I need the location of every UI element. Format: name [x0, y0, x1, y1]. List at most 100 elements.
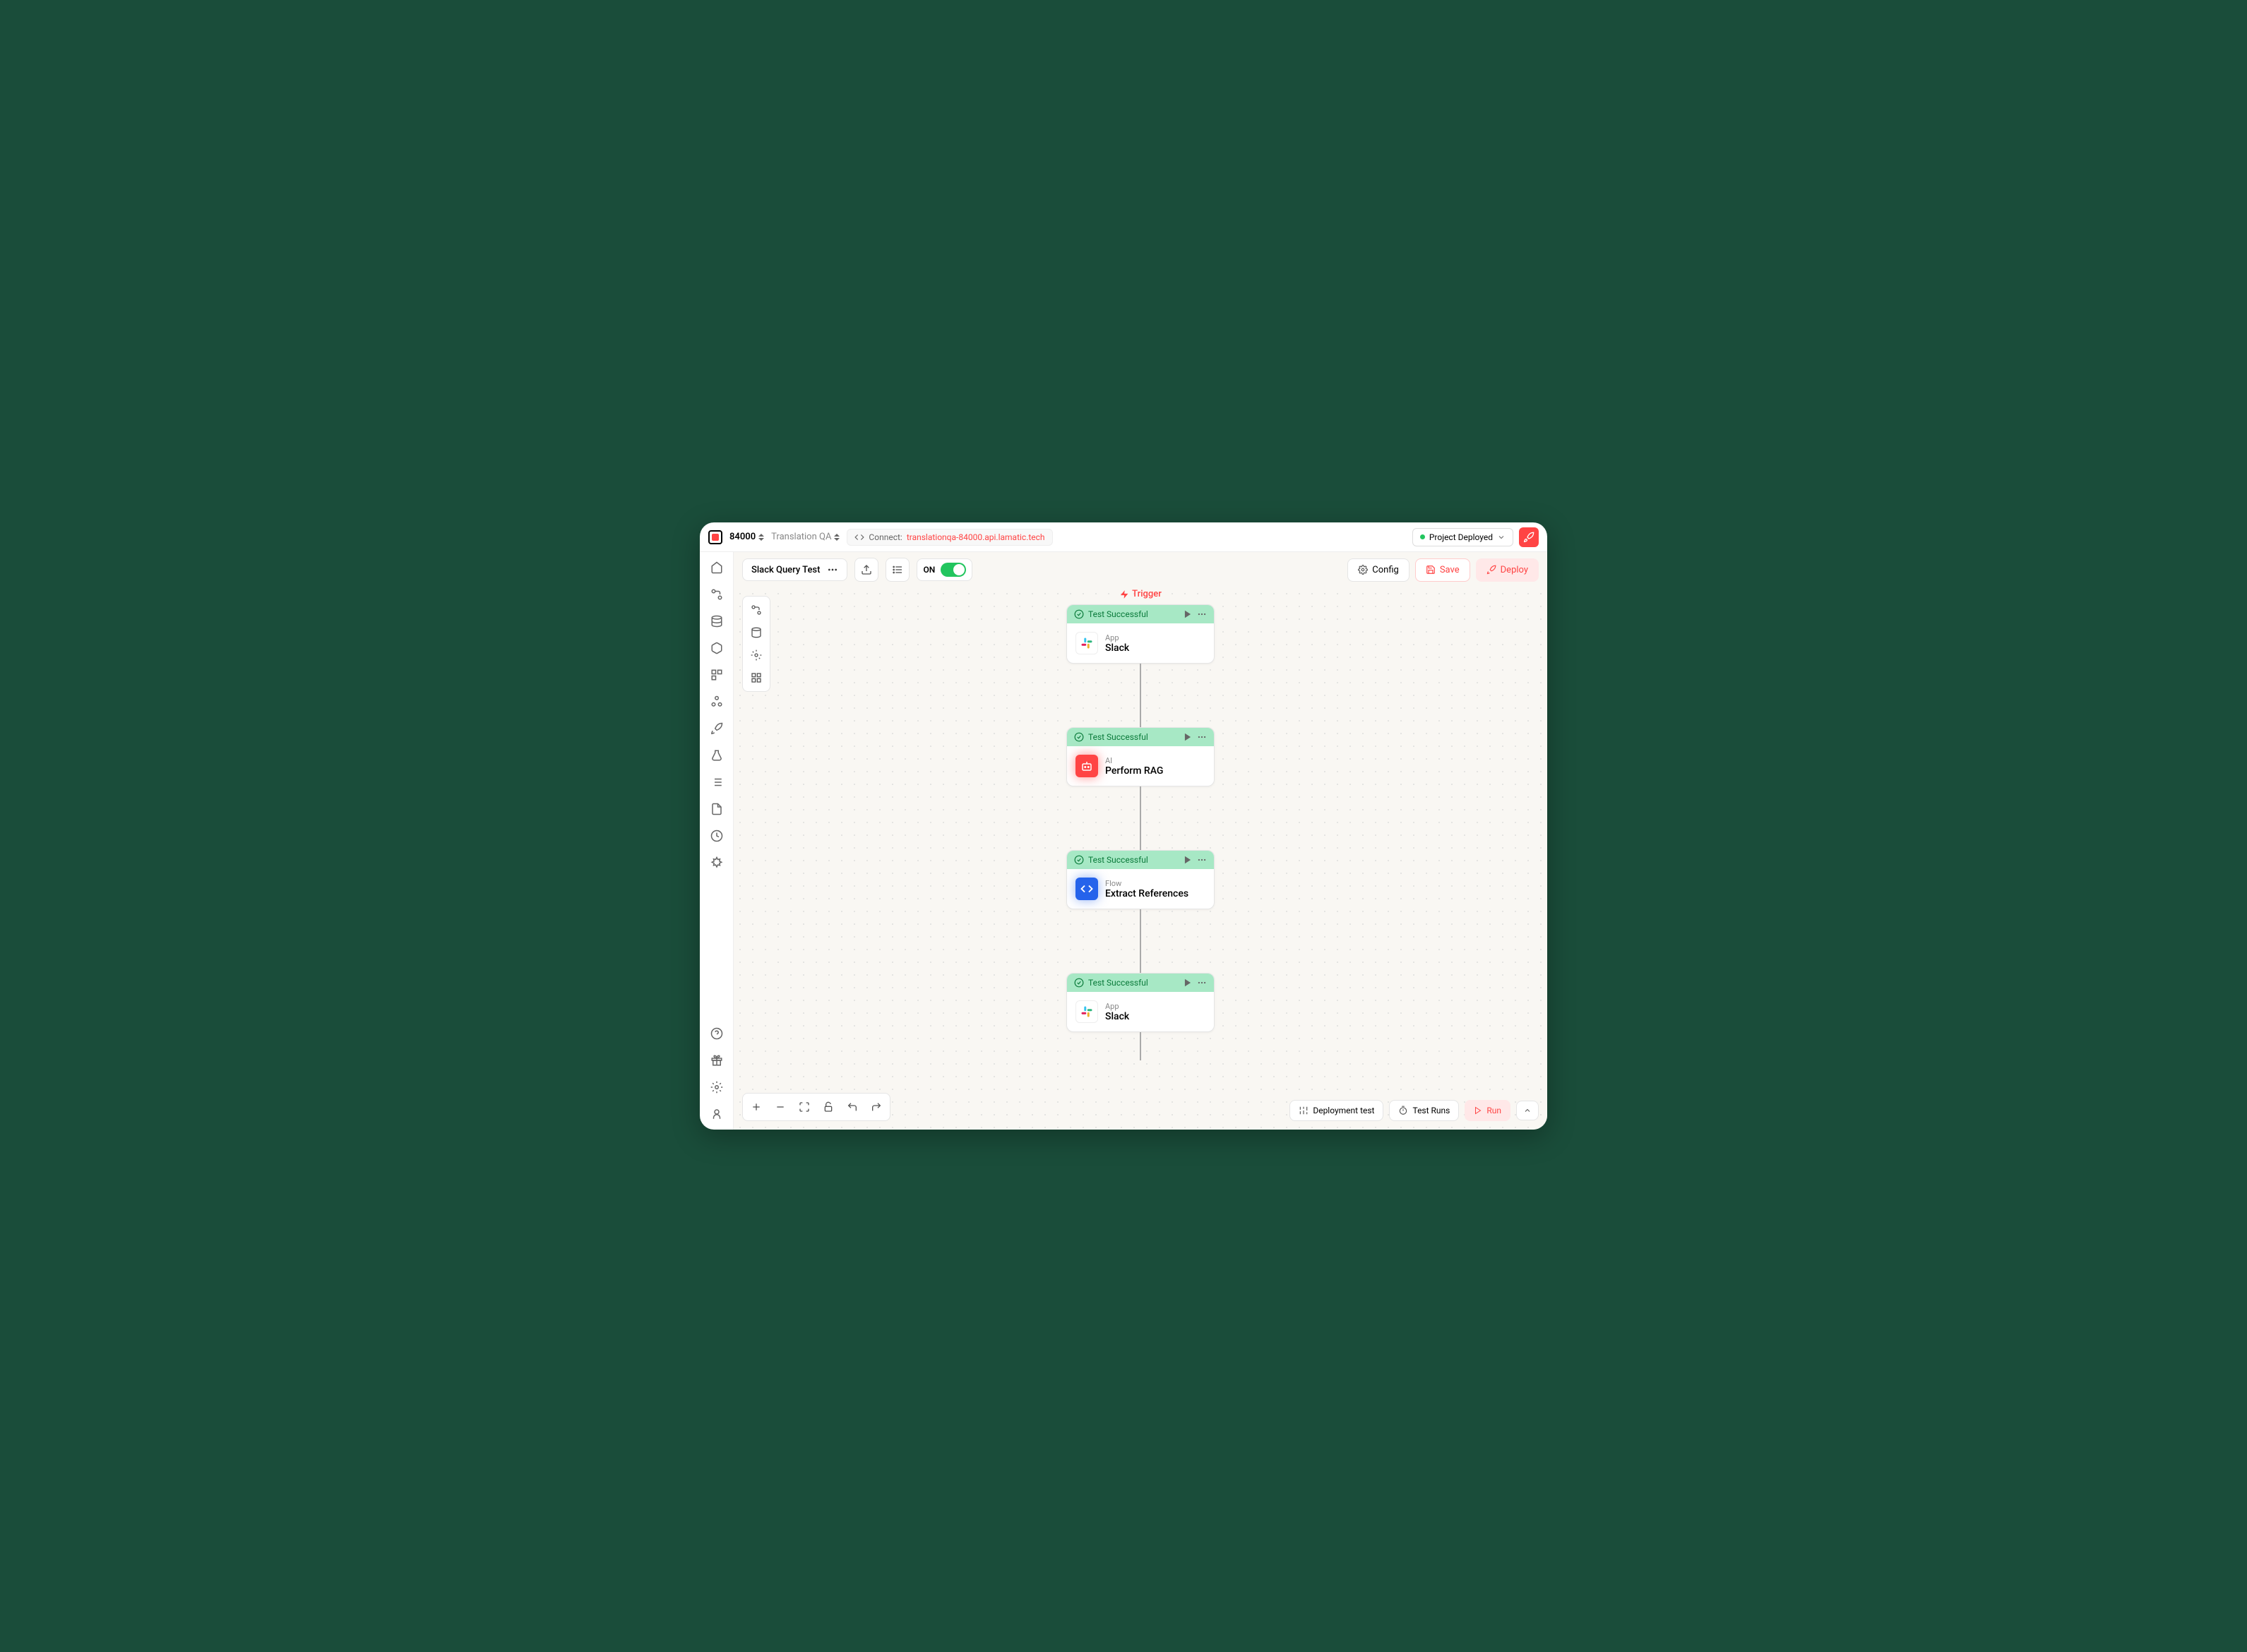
flow-node[interactable]: Test Successful App: [1066, 604, 1215, 664]
sidebar-group-bottom: [710, 1026, 724, 1121]
zoom-in-button[interactable]: [744, 1095, 768, 1119]
node-title: Slack: [1105, 642, 1129, 654]
enable-toggle[interactable]: ON: [917, 558, 972, 581]
save-button[interactable]: Save: [1415, 558, 1470, 582]
user-icon[interactable]: [710, 1107, 724, 1121]
flow-canvas[interactable]: Trigger Test Successful: [734, 587, 1547, 1130]
sidebar-group-3: [710, 722, 724, 762]
launch-icon[interactable]: [710, 722, 724, 736]
cluster-icon[interactable]: [710, 695, 724, 709]
more-icon[interactable]: [1197, 732, 1207, 742]
connect-pill[interactable]: Connect: translationqa-84000.api.lamatic…: [847, 529, 1052, 546]
expand-button[interactable]: [1516, 1101, 1539, 1120]
deployment-test-button[interactable]: Deployment test: [1289, 1100, 1383, 1121]
play-icon[interactable]: [1183, 609, 1193, 619]
fit-button[interactable]: [792, 1095, 816, 1119]
flow-node[interactable]: Test Successful AI: [1066, 727, 1215, 786]
list-icon[interactable]: [710, 775, 724, 789]
deploy-status-label: Project Deployed: [1429, 532, 1493, 542]
tool-settings-button[interactable]: [746, 645, 767, 666]
undo-button[interactable]: [840, 1095, 864, 1119]
node-status-bar: Test Successful: [1067, 851, 1214, 869]
run-label: Run: [1486, 1106, 1501, 1115]
sidebar: [700, 552, 734, 1130]
gear-icon: [1358, 565, 1368, 575]
list-icon: [892, 564, 903, 575]
test-runs-button[interactable]: Test Runs: [1389, 1100, 1459, 1121]
node-category: AI: [1105, 756, 1163, 765]
export-button[interactable]: [854, 558, 878, 582]
node-status-text: Test Successful: [1088, 855, 1148, 865]
tool-data-button[interactable]: [746, 622, 767, 643]
flask-icon[interactable]: [710, 748, 724, 762]
tool-nodes-button[interactable]: [746, 599, 767, 621]
play-icon[interactable]: [1183, 855, 1193, 865]
list-view-button[interactable]: [886, 558, 910, 582]
timer-icon: [1398, 1106, 1408, 1115]
topbar-right: Project Deployed: [1412, 527, 1539, 547]
check-circle-icon: [1074, 978, 1084, 988]
node-category: App: [1105, 1002, 1129, 1011]
more-icon[interactable]: [1197, 978, 1207, 988]
flow-name: Slack Query Test: [751, 565, 820, 575]
canvas-controls: [742, 1093, 890, 1121]
code-icon: [1075, 878, 1098, 900]
flow-name-pill[interactable]: Slack Query Test: [742, 558, 847, 581]
more-icon[interactable]: [1197, 609, 1207, 619]
settings-alt-icon[interactable]: [710, 856, 724, 870]
database-icon[interactable]: [710, 614, 724, 628]
flow-node[interactable]: Test Successful Flow: [1066, 850, 1215, 909]
node-text: Flow Extract References: [1105, 879, 1188, 899]
nodes-icon[interactable]: [710, 587, 724, 601]
ai-icon: [1075, 755, 1098, 777]
save-label: Save: [1440, 565, 1460, 575]
node-body: App Slack: [1067, 623, 1214, 663]
check-circle-icon: [1074, 732, 1084, 742]
toggle-switch-icon: [941, 563, 966, 577]
chevron-up-icon: [1523, 1106, 1532, 1115]
run-button[interactable]: Run: [1465, 1100, 1510, 1121]
gift-icon[interactable]: [710, 1053, 724, 1067]
deploy-button[interactable]: Deploy: [1476, 558, 1539, 582]
sort-icon: [834, 534, 840, 541]
deploy-status-pill[interactable]: Project Deployed: [1412, 528, 1513, 546]
more-icon[interactable]: [827, 564, 838, 575]
cube-icon[interactable]: [710, 641, 724, 655]
clock-icon[interactable]: [710, 829, 724, 843]
connector-line: [1140, 909, 1141, 973]
maximize-icon: [799, 1101, 810, 1113]
rocket-icon: [1523, 532, 1534, 543]
gear-icon[interactable]: [710, 1080, 724, 1094]
puzzle-icon[interactable]: [710, 668, 724, 682]
flow-node[interactable]: Test Successful App: [1066, 973, 1215, 1032]
play-icon[interactable]: [1183, 978, 1193, 988]
lock-button[interactable]: [816, 1095, 840, 1119]
sidebar-group-4: [710, 775, 724, 843]
project-name: Translation QA: [771, 532, 831, 542]
help-icon[interactable]: [710, 1026, 724, 1041]
connector-line: [1140, 664, 1141, 727]
check-circle-icon: [1074, 609, 1084, 619]
zoom-out-button[interactable]: [768, 1095, 792, 1119]
plus-icon: [751, 1101, 762, 1113]
gear-icon: [751, 650, 762, 661]
test-runs-label: Test Runs: [1412, 1106, 1450, 1115]
main: Slack Query Test ON Config Save: [734, 552, 1547, 1130]
more-icon[interactable]: [1197, 855, 1207, 865]
home-icon[interactable]: [710, 561, 724, 575]
config-button[interactable]: Config: [1347, 558, 1409, 582]
redo-button[interactable]: [864, 1095, 888, 1119]
sliders-icon: [1299, 1106, 1309, 1115]
sidebar-group-1: [710, 561, 724, 628]
node-category: App: [1105, 633, 1129, 642]
upload-icon: [861, 564, 872, 575]
tool-grid-button[interactable]: [746, 667, 767, 688]
file-icon[interactable]: [710, 802, 724, 816]
play-icon[interactable]: [1183, 732, 1193, 742]
rocket-button[interactable]: [1519, 527, 1539, 547]
config-label: Config: [1372, 565, 1399, 575]
project-name-selector[interactable]: Translation QA: [771, 532, 840, 542]
toggle-label: ON: [923, 565, 935, 575]
app-window: 84000 Translation QA Connect: translatio…: [700, 522, 1547, 1130]
project-id-selector[interactable]: 84000: [729, 532, 764, 542]
